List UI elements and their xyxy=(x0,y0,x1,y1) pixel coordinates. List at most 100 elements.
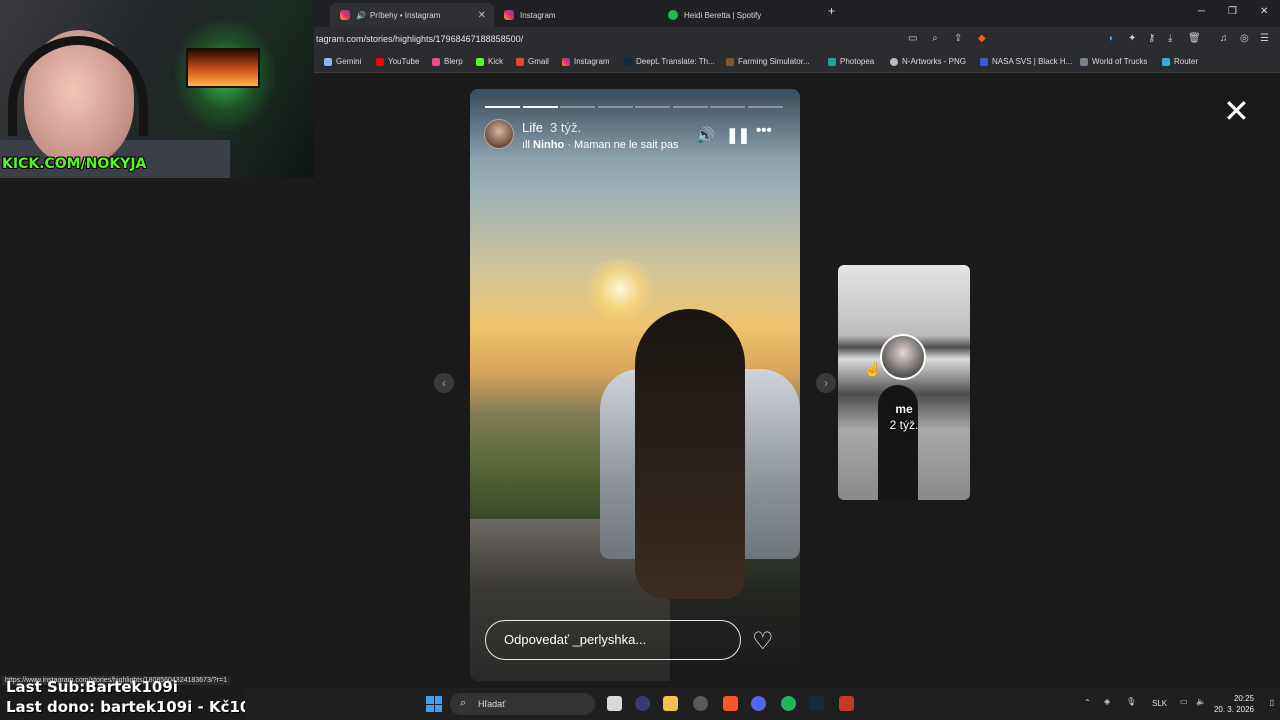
vpn-icon[interactable]: ◎ xyxy=(1240,33,1249,44)
bookmark-gmail[interactable]: Gmail xyxy=(516,57,549,66)
bookmark-nasa[interactable]: NASA SVS | Black H... xyxy=(980,57,1072,66)
notification-icon[interactable]: ▯ xyxy=(1270,698,1274,707)
bookmark-world-of-trucks[interactable]: World of Trucks xyxy=(1080,57,1147,66)
music-icon[interactable]: ♫ xyxy=(1220,33,1228,44)
bookmark-router[interactable]: Router xyxy=(1162,57,1198,66)
trash-icon[interactable]: 🗑 xyxy=(1188,33,1201,44)
headset xyxy=(8,36,148,136)
key-icon[interactable]: ⚷ xyxy=(1148,33,1155,44)
heart-icon[interactable]: ♡ xyxy=(752,627,774,656)
microphone-icon[interactable]: 🎙 xyxy=(1126,697,1136,706)
next-story-avatar[interactable] xyxy=(880,334,926,380)
kick-handle: KICK.COM/NOKYJA xyxy=(2,156,147,172)
tab-instagram[interactable]: Instagram xyxy=(494,3,654,27)
progress-segment xyxy=(522,106,558,108)
tab-label: Instagram xyxy=(520,10,556,20)
minimize-icon[interactable]: ─ xyxy=(1198,6,1205,17)
app-red-icon[interactable] xyxy=(839,696,854,711)
network-icon[interactable]: ▭ xyxy=(1180,697,1188,706)
share-icon[interactable]: ⇪ xyxy=(954,33,962,44)
progress-segment xyxy=(560,106,595,108)
nasa-icon xyxy=(980,57,988,66)
story-title[interactable]: Life xyxy=(522,120,543,135)
menu-icon[interactable]: ☰ xyxy=(1260,33,1269,44)
bookmarks-bar: Gemini YouTube Blerp Kick Gmail Instagra… xyxy=(314,53,1280,73)
spotify-icon xyxy=(668,10,678,20)
system-tray: ⌃ ◈ 🎙 SLK ▭ 🔈 20:25 20. 3. 2026 ▯ xyxy=(1080,688,1280,720)
address-bar: tagram.com/stories/highlights/1796846718… xyxy=(314,27,1280,53)
globe-icon xyxy=(890,57,898,66)
youtube-icon xyxy=(376,57,384,66)
more-options-icon[interactable]: ••• xyxy=(756,122,772,139)
url-input[interactable]: tagram.com/stories/highlights/1796846718… xyxy=(316,34,523,44)
bookmark-n-artworks[interactable]: N-Artworks - PNG xyxy=(890,57,966,66)
language-indicator[interactable]: SLK xyxy=(1152,699,1167,708)
close-tab-icon[interactable]: ✕ xyxy=(478,10,486,21)
next-story-button[interactable]: › xyxy=(816,373,836,393)
last-dono-label: Last dono: bartek109i - Kč100 xyxy=(6,698,261,716)
tray-chevron-icon[interactable]: ⌃ xyxy=(1084,698,1091,707)
new-tab-button[interactable]: + xyxy=(828,4,835,18)
fireplace-screen xyxy=(186,48,260,88)
progress-segment xyxy=(747,106,783,108)
bookmark-blerp[interactable]: Blerp xyxy=(432,57,463,66)
app-icon[interactable] xyxy=(635,696,650,711)
spotify-icon[interactable] xyxy=(781,696,796,711)
maximize-icon[interactable]: ❐ xyxy=(1228,6,1237,17)
reply-input[interactable]: Odpovedať _perlyshka... xyxy=(485,620,741,660)
bookmark-instagram[interactable]: Instagram xyxy=(562,57,610,66)
volume-tray-icon[interactable]: 🔈 xyxy=(1196,697,1206,706)
bookmark-photopea[interactable]: Photopea xyxy=(828,57,874,66)
steam-like-icon[interactable] xyxy=(693,696,708,711)
tab-stories[interactable]: 🔊 Príbehy • Instagram ✕ xyxy=(330,3,494,27)
music-artist: Ninho xyxy=(533,139,565,151)
instagram-icon xyxy=(562,57,570,66)
steam-icon[interactable] xyxy=(809,696,824,711)
long-hair xyxy=(635,309,745,599)
taskbar-search[interactable]: ⌕ Hľadať xyxy=(450,693,595,715)
progress-segment xyxy=(710,106,745,108)
progress-segment xyxy=(597,106,633,108)
tab-label: Príbehy • Instagram xyxy=(369,10,441,20)
next-story-card[interactable] xyxy=(838,265,970,500)
zoom-icon[interactable]: ⌕ xyxy=(932,33,938,44)
instagram-icon xyxy=(504,10,514,20)
brave-icon[interactable] xyxy=(723,696,738,711)
bookmark-youtube[interactable]: YouTube xyxy=(376,57,419,66)
close-icon[interactable]: ✕ xyxy=(1223,95,1250,127)
bookmark-gemini[interactable]: Gemini xyxy=(324,57,361,66)
pause-icon[interactable]: ❚❚ xyxy=(726,126,750,144)
download-icon[interactable]: ⤓ xyxy=(1168,33,1172,44)
bookmark-farming-simulator[interactable]: Farming Simulator... xyxy=(726,57,810,66)
windows-start-icon[interactable] xyxy=(426,696,442,712)
brave-shield-icon[interactable]: ◆ xyxy=(978,33,986,44)
volume-icon[interactable]: 🔊 xyxy=(696,126,715,144)
extensions-icon[interactable]: ✦ xyxy=(1128,33,1136,44)
music-bars-icon: ıll xyxy=(522,139,533,151)
task-view-icon[interactable] xyxy=(607,696,622,711)
tab-label: Heidi Beretta | Spotify xyxy=(684,10,762,20)
voice-icon[interactable]: ◗ xyxy=(1108,33,1114,44)
speaker-icon: 🔊 xyxy=(356,10,366,20)
music-label[interactable]: ıll Ninho · Maman ne le sait pas xyxy=(522,139,679,151)
search-icon: ⌕ xyxy=(460,697,467,709)
cast-icon[interactable]: ▭ xyxy=(908,33,917,44)
progress-segment xyxy=(672,106,708,108)
tray-app-icon[interactable]: ◈ xyxy=(1104,697,1110,706)
trucks-icon xyxy=(1080,57,1088,66)
next-story-name: me xyxy=(895,402,913,416)
clock[interactable]: 20:25 20. 3. 2026 xyxy=(1214,693,1254,715)
discord-icon[interactable] xyxy=(751,696,766,711)
story-avatar[interactable] xyxy=(484,119,514,149)
router-icon xyxy=(1162,57,1170,66)
tab-spotify[interactable]: Heidi Beretta | Spotify xyxy=(658,3,818,27)
story-card[interactable]: Life 3 týž. ıll Ninho · Maman ne le sait… xyxy=(470,89,800,681)
previous-story-button[interactable]: ‹ xyxy=(434,373,454,393)
bookmark-kick[interactable]: Kick xyxy=(476,57,503,66)
close-window-icon[interactable]: ✕ xyxy=(1260,6,1268,17)
bookmark-deepl[interactable]: DeepL Translate: Th... xyxy=(624,57,715,66)
progress-segment xyxy=(635,106,670,108)
progress-segment xyxy=(485,106,520,108)
file-explorer-icon[interactable] xyxy=(663,696,678,711)
gemini-icon xyxy=(324,57,332,66)
